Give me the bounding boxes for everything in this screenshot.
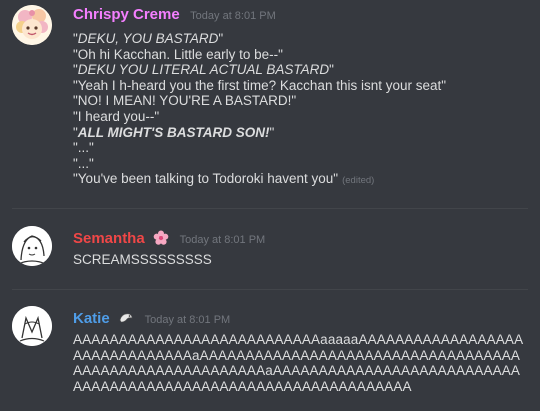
message-line: "DEKU, YOU BASTARD" bbox=[73, 31, 446, 47]
message-header-semantha: Semantha Today at 8:01 PM bbox=[73, 230, 265, 250]
message-line: "..." bbox=[73, 155, 94, 171]
username-semantha[interactable]: Semantha bbox=[73, 230, 145, 247]
message-content-chrispy: "DEKU, YOU BASTARD" "Oh hi Kacchan. Litt… bbox=[73, 31, 446, 189]
quote-close: " bbox=[329, 62, 334, 78]
message-line: "I heard you--" bbox=[73, 108, 160, 124]
timestamp-semantha: Today at 8:01 PM bbox=[179, 234, 266, 246]
avatar-chrispy[interactable] bbox=[12, 5, 52, 45]
quote-close: " bbox=[269, 124, 275, 140]
message-header-chrispy: Chrispy Creme Today at 8:01 PM bbox=[73, 6, 276, 26]
avatar-semantha-image bbox=[12, 226, 52, 266]
message-line: SCREAMSSSSSSSSS bbox=[73, 252, 212, 267]
message-line: "You've been talking to Todoroki havent … bbox=[73, 171, 446, 189]
message-line: "DEKU YOU LITERAL ACTUAL BASTARD" bbox=[73, 62, 446, 78]
dolphin-icon bbox=[118, 310, 134, 326]
avatar-katie[interactable] bbox=[12, 306, 52, 346]
italic-text: DEKU YOU LITERAL ACTUAL BASTARD bbox=[77, 62, 330, 78]
username-katie[interactable]: Katie bbox=[73, 310, 110, 327]
message-line: "..." bbox=[73, 140, 94, 156]
avatar-katie-image bbox=[12, 306, 52, 346]
bold-italic-text: ALL MIGHT'S BASTARD SON! bbox=[77, 124, 270, 140]
message-line: AAAAAAAAAAAAAAAAAAAAAAAAAAAaaaaaAAAAAAAA… bbox=[73, 332, 524, 394]
username-chrispy[interactable]: Chrispy Creme bbox=[73, 6, 180, 23]
message-content-katie: AAAAAAAAAAAAAAAAAAAAAAAAAAAaaaaaAAAAAAAA… bbox=[73, 332, 528, 394]
message-line: "ALL MIGHT'S BASTARD SON!" bbox=[73, 125, 446, 141]
edited-label: (edited) bbox=[342, 175, 375, 187]
message-divider bbox=[12, 289, 528, 290]
chat-messages: Chrispy Creme Today at 8:01 PM "DEKU, YO… bbox=[0, 0, 540, 411]
italic-text: DEKU, YOU BASTARD bbox=[77, 31, 219, 46]
message-line-text: "You've been talking to Todoroki havent … bbox=[73, 171, 339, 187]
message-line: "Yeah I h-heard you the first time? Kacc… bbox=[73, 77, 447, 93]
message-header-katie: Katie Today at 8:01 PM bbox=[73, 310, 230, 330]
cherry-blossom-icon bbox=[153, 230, 169, 246]
message-content-semantha: SCREAMSSSSSSSSS bbox=[73, 252, 212, 268]
quote-close: " bbox=[218, 31, 224, 46]
message-line: "NO! I MEAN! YOU'RE A BASTARD!" bbox=[73, 93, 297, 109]
message-divider bbox=[12, 208, 528, 209]
timestamp-chrispy: Today at 8:01 PM bbox=[190, 10, 276, 22]
timestamp-katie: Today at 8:01 PM bbox=[144, 314, 231, 326]
avatar-chrispy-image bbox=[12, 5, 52, 45]
message-line: "Oh hi Kacchan. Little early to be--" bbox=[73, 46, 283, 62]
avatar-semantha[interactable] bbox=[12, 226, 52, 266]
